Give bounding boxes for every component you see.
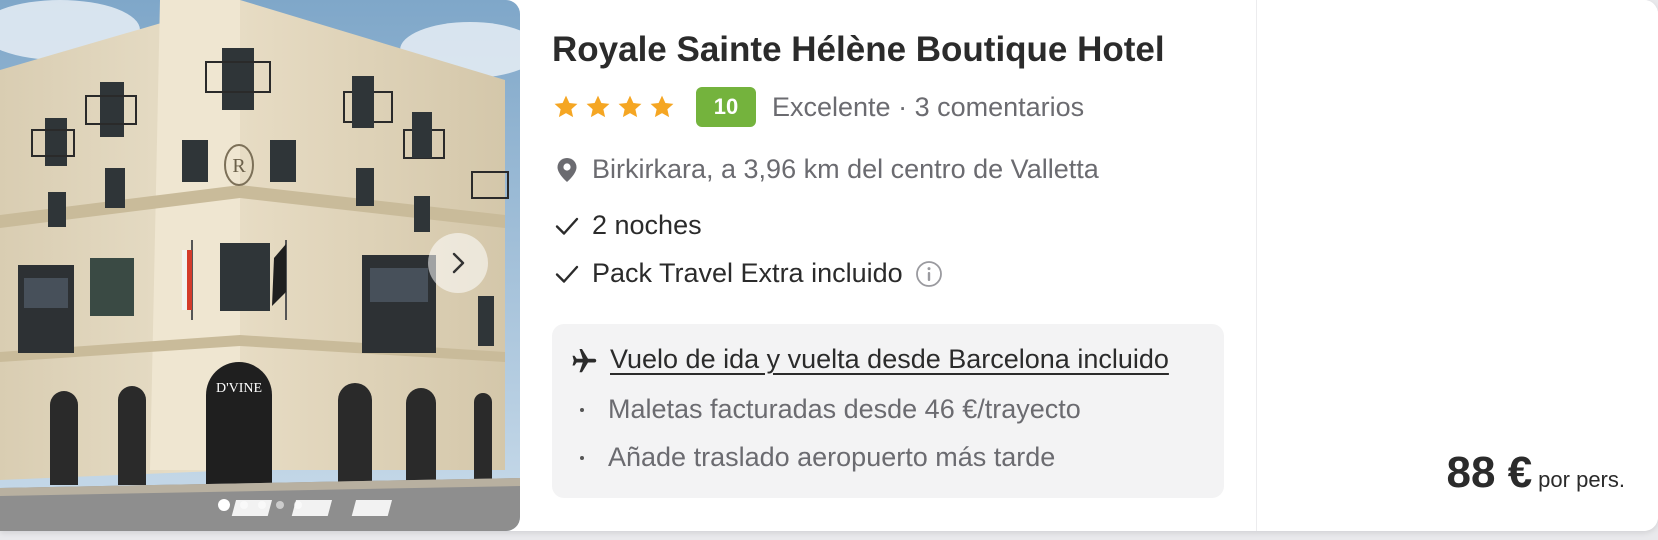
- bullet-dot: [580, 407, 584, 412]
- feature-travel-pack: Pack Travel Extra incluido: [554, 258, 943, 289]
- hotel-monogram: R: [232, 155, 246, 177]
- star-icon: [650, 95, 674, 118]
- bullet-dot: [580, 455, 584, 460]
- carousel-dot[interactable]: [276, 501, 284, 509]
- carousel-next-button[interactable]: [428, 233, 488, 293]
- check-icon: [555, 217, 579, 235]
- carousel-dot[interactable]: [240, 501, 248, 509]
- flight-note: Añade traslado aeropuerto más tarde: [580, 442, 1055, 473]
- carousel-dots: [0, 499, 520, 511]
- check-icon: [555, 265, 579, 283]
- carousel-dot[interactable]: [258, 501, 266, 509]
- flight-included-link[interactable]: Vuelo de ida y vuelta desde Barcelona in…: [610, 344, 1169, 375]
- airplane-icon: [572, 348, 597, 372]
- flight-note-text: Añade traslado aeropuerto más tarde: [608, 442, 1056, 472]
- rating-row: 10 Excelente · 3 comentarios: [552, 86, 1084, 128]
- location-row: Birkirkara, a 3,96 km del centro de Vall…: [556, 154, 1099, 185]
- flight-note-text: Maletas facturadas desde 46 €/trayecto: [608, 394, 1081, 424]
- carousel-dot[interactable]: [218, 499, 230, 511]
- location-text: Birkirkara, a 3,96 km del centro de Vall…: [592, 154, 1099, 184]
- hotel-name[interactable]: Royale Sainte Hélène Boutique Hotel: [552, 30, 1165, 70]
- chevron-right-icon: [452, 252, 465, 274]
- star-icon: [586, 95, 610, 118]
- map-pin-icon: [557, 157, 577, 182]
- star-icon: [554, 95, 578, 118]
- rating-text[interactable]: Excelente · 3 comentarios: [772, 92, 1084, 123]
- building-sign: D'VINE: [216, 381, 262, 396]
- price-amount: 88 €: [1446, 448, 1533, 497]
- flight-title-row: Vuelo de ida y vuelta desde Barcelona in…: [570, 344, 1169, 375]
- price-panel[interactable]: 88 € por pers.: [1256, 0, 1658, 531]
- price-per-person: por pers.: [1538, 467, 1625, 492]
- price: 88 € por pers.: [1447, 448, 1625, 498]
- flight-note: Maletas facturadas desde 46 €/trayecto: [580, 394, 1081, 425]
- carousel-dot[interactable]: [294, 501, 302, 509]
- info-icon[interactable]: [915, 260, 943, 288]
- feature-label: Pack Travel Extra incluido: [592, 258, 903, 288]
- hotel-photo-carousel[interactable]: R D'VINE: [0, 0, 520, 531]
- score-badge: 10: [696, 87, 756, 127]
- hotel-info: Royale Sainte Hélène Boutique Hotel 10 E…: [552, 0, 1224, 531]
- feature-label: 2 noches: [592, 210, 702, 240]
- star-icon: [618, 95, 642, 118]
- star-rating: [552, 93, 676, 121]
- hotel-card[interactable]: R D'VINE Royale Sainte Hélène Boutique H…: [0, 0, 1658, 531]
- feature-nights: 2 noches: [554, 210, 702, 241]
- flight-info-box: Vuelo de ida y vuelta desde Barcelona in…: [552, 324, 1224, 498]
